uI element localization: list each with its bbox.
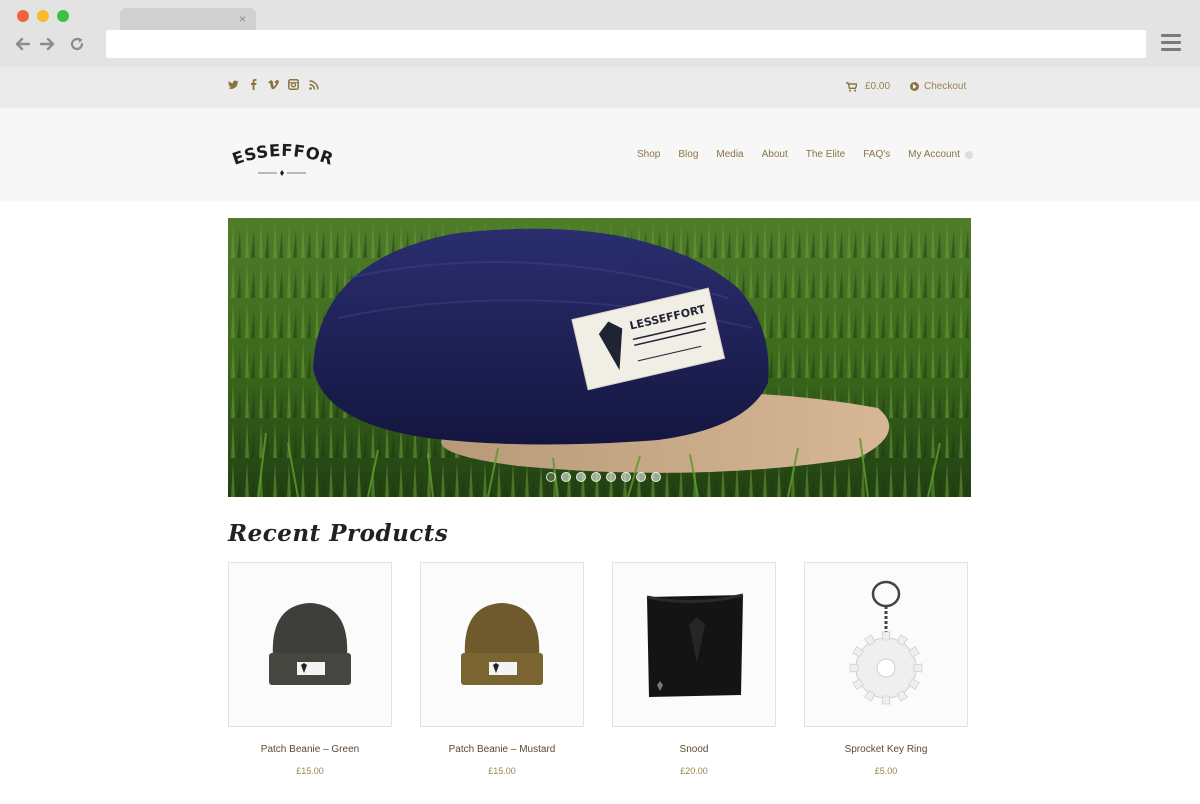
product-card[interactable]: Patch Beanie – Green £15.00 [228,562,392,776]
checkout-link[interactable]: Checkout [910,81,966,92]
product-name[interactable]: Snood [612,744,776,755]
svg-text:LESSEFFORT: LESSEFFORT [228,141,336,169]
twitter-icon[interactable] [228,79,239,90]
facebook-icon[interactable] [248,79,259,90]
nav-shop[interactable]: Shop [637,149,660,160]
arrow-left-icon [15,37,30,51]
product-price: £15.00 [296,766,324,776]
reload-icon [70,37,84,51]
product-grid: Patch Beanie – Green £15.00 Patch Beanie… [228,562,973,792]
product-image[interactable] [420,562,584,727]
close-window-button[interactable] [17,10,29,22]
nav-my-account-label: My Account [908,149,960,160]
arrow-right-icon [40,37,55,51]
product-name[interactable]: Sprocket Key Ring [804,744,968,755]
address-bar[interactable] [106,30,1146,58]
product-name[interactable]: Patch Beanie – Green [228,744,392,755]
instagram-icon[interactable] [288,79,299,90]
nav-media[interactable]: Media [716,149,743,160]
main-navigation: Shop Blog Media About The Elite FAQ's My… [637,149,973,160]
product-card[interactable]: Sprocket Key Ring £5.00 [804,562,968,776]
maximize-window-button[interactable] [57,10,69,22]
nav-the-elite[interactable]: The Elite [806,149,845,160]
hero-image: LESSEFFORT [228,218,971,497]
slider-dot[interactable] [591,472,601,482]
product-card[interactable]: Snood £20.00 [612,562,776,776]
slider-dot[interactable] [561,472,571,482]
slider-dot[interactable] [621,472,631,482]
checkout-label: Checkout [924,81,967,92]
section-title: Recent Products [228,520,449,547]
product-name[interactable]: Patch Beanie – Mustard [420,744,584,755]
back-button[interactable] [12,34,32,54]
site-header: LESSEFFORT Shop Blog Media About The Eli… [0,108,1200,201]
slider-dot[interactable] [651,472,661,482]
product-price: £5.00 [874,766,898,776]
dropdown-indicator-icon [964,150,973,159]
tab-close-icon[interactable]: × [239,11,246,27]
hero-slider[interactable]: LESSEFFORT [228,218,971,497]
nav-faqs[interactable]: FAQ's [863,149,890,160]
slider-dot[interactable] [546,472,556,482]
slider-dot[interactable] [576,472,586,482]
product-image[interactable] [228,562,392,727]
product-price: £15.00 [488,766,516,776]
nav-about[interactable]: About [762,149,788,160]
slider-dot[interactable] [636,472,646,482]
cart-link[interactable]: £0.00 [846,81,890,92]
slider-dot[interactable] [606,472,616,482]
browser-chrome: × [0,0,1200,67]
social-links [228,79,319,90]
cart-total: £0.00 [865,81,891,92]
top-bar: £0.00 Checkout [0,67,1200,108]
menu-icon[interactable] [1161,34,1181,52]
minimize-window-button[interactable] [37,10,49,22]
rss-icon[interactable] [308,79,319,90]
forward-button[interactable] [38,34,58,54]
vimeo-icon[interactable] [268,79,279,90]
slider-pagination [546,472,661,482]
product-card[interactable]: Patch Beanie – Mustard £15.00 [420,562,584,776]
product-image[interactable] [612,562,776,727]
product-image[interactable] [804,562,968,727]
site-logo[interactable]: LESSEFFORT [222,126,338,181]
product-price: £20.00 [680,766,708,776]
browser-tab[interactable]: × [120,8,256,30]
nav-my-account[interactable]: My Account [908,149,973,160]
reload-button[interactable] [67,34,87,54]
arrow-right-circle-icon [910,82,919,91]
nav-blog[interactable]: Blog [678,149,698,160]
shopping-cart-icon [846,81,857,92]
